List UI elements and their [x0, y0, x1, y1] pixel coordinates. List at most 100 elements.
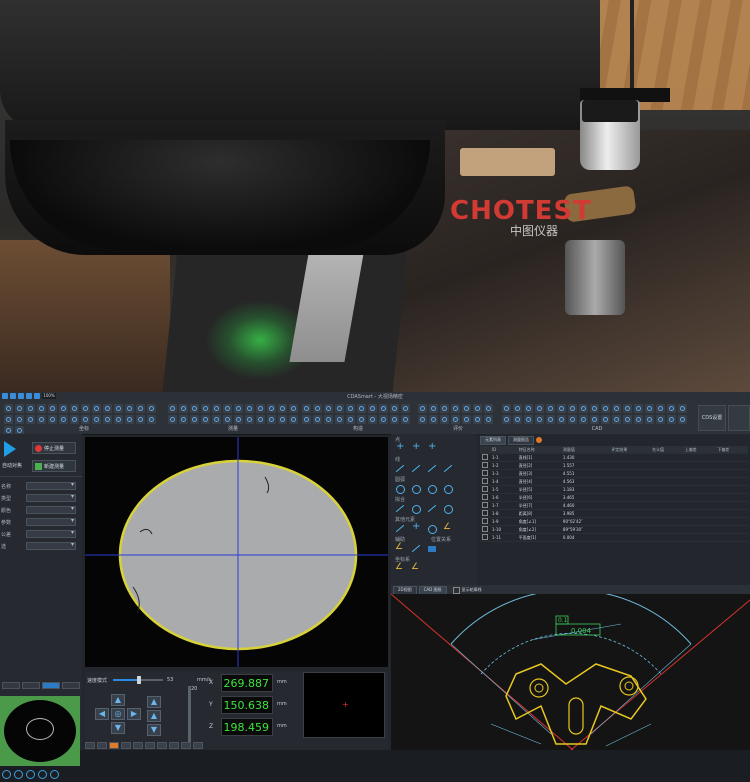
ribbon-tool-icon[interactable] [462, 404, 471, 413]
ribbon-tool-icon[interactable] [667, 404, 676, 413]
status-item[interactable] [133, 742, 143, 749]
row-checkbox-cell[interactable] [480, 525, 490, 534]
left-tab[interactable] [42, 682, 60, 689]
ribbon-tool-icon[interactable] [513, 415, 522, 424]
ribbon-tool-icon[interactable] [26, 404, 35, 413]
ribbon-tool-icon[interactable] [267, 404, 276, 413]
fit-tool-icon[interactable] [443, 504, 453, 514]
ribbon-tool-icon[interactable] [601, 404, 610, 413]
ribbon-tool-icon[interactable] [15, 415, 24, 424]
ribbon-tool-icon[interactable] [368, 404, 377, 413]
distance-tool-icon[interactable] [411, 544, 421, 554]
ribbon-tool-icon[interactable] [190, 415, 199, 424]
autofocus-label[interactable]: 自动对焦 [2, 462, 22, 469]
ribbon-tool-icon[interactable] [4, 415, 13, 424]
ribbon-tool-icon[interactable] [601, 415, 610, 424]
ribbon-tool-icon[interactable] [429, 415, 438, 424]
speed-slider[interactable] [113, 676, 163, 684]
ribbon-tool-icon[interactable] [645, 404, 654, 413]
ribbon-tool-icon[interactable] [324, 404, 333, 413]
ribbon-tool-icon[interactable] [190, 404, 199, 413]
ribbon-tool-icon[interactable] [524, 415, 533, 424]
ribbon-tool-icon[interactable] [568, 404, 577, 413]
row-checkbox-cell[interactable] [480, 453, 490, 462]
ribbon-tool-icon[interactable] [245, 404, 254, 413]
row-checkbox-cell[interactable] [480, 485, 490, 494]
ribbon-tool-icon[interactable] [546, 415, 555, 424]
table-row[interactable]: 1-5 半径[5] 1.183 [480, 485, 748, 494]
construct-tool-icon[interactable] [427, 524, 437, 534]
ribbon-tool-icon[interactable] [136, 404, 145, 413]
cds-settings-button[interactable]: CDS设置 [698, 405, 726, 431]
point-tool-icon[interactable] [427, 441, 437, 454]
ribbon-tool-icon[interactable] [212, 404, 221, 413]
ribbon-tool-icon[interactable] [656, 404, 665, 413]
fit-tool-icon[interactable] [395, 504, 405, 514]
ribbon-tool-icon[interactable] [513, 404, 522, 413]
ribbon-tool-icon[interactable] [125, 415, 134, 424]
ribbon-tool-icon[interactable] [634, 404, 643, 413]
angle-tool-icon[interactable] [395, 542, 405, 554]
circle-tool-icon[interactable] [395, 484, 405, 494]
tab-report[interactable]: 测量报告 [508, 436, 534, 445]
ribbon-tool-icon[interactable] [557, 404, 566, 413]
ribbon-tool-icon[interactable] [256, 415, 265, 424]
prop-dropdown[interactable] [26, 493, 76, 502]
light-ring-icon[interactable] [2, 770, 11, 779]
line-tool-icon[interactable] [427, 464, 437, 474]
row-checkbox[interactable] [482, 526, 488, 532]
ribbon-tool-icon[interactable] [484, 404, 493, 413]
status-item[interactable] [109, 742, 119, 749]
ribbon-tool-icon[interactable] [179, 404, 188, 413]
ribbon-tool-icon[interactable] [484, 415, 493, 424]
show-contour-checkbox[interactable] [452, 587, 460, 594]
ribbon-tool-icon[interactable] [451, 415, 460, 424]
row-checkbox[interactable] [482, 454, 488, 460]
left-tab[interactable] [22, 682, 40, 689]
jog-left-button[interactable]: ◀ [95, 708, 109, 720]
arc-tool-icon[interactable] [411, 484, 421, 494]
status-item[interactable] [181, 742, 191, 749]
ribbon-tool-icon[interactable] [302, 404, 311, 413]
ribbon-tool-icon[interactable] [289, 415, 298, 424]
ribbon-tool-icon[interactable] [201, 404, 210, 413]
ribbon-tool-icon[interactable] [70, 415, 79, 424]
ribbon-tool-icon[interactable] [81, 415, 90, 424]
ribbon-tool-icon[interactable] [357, 415, 366, 424]
ribbon-tool-icon[interactable] [502, 404, 511, 413]
tab-element-list[interactable]: 元素列表 [480, 436, 506, 445]
ribbon-tool-icon[interactable] [92, 404, 101, 413]
status-item[interactable] [97, 742, 107, 749]
ribbon-tool-icon[interactable] [379, 404, 388, 413]
run-button[interactable] [2, 440, 24, 458]
ribbon-tool-icon[interactable] [48, 415, 57, 424]
ribbon-tool-icon[interactable] [48, 404, 57, 413]
ribbon-tool-icon[interactable] [256, 404, 265, 413]
ribbon-tool-icon[interactable] [667, 415, 676, 424]
construct-tool-icon[interactable] [443, 522, 453, 534]
prop-dropdown[interactable] [26, 481, 76, 490]
prop-dropdown[interactable] [26, 541, 76, 550]
light-ring-icon[interactable] [38, 770, 47, 779]
row-checkbox[interactable] [482, 470, 488, 476]
jog-home-button[interactable]: ◎ [111, 708, 125, 720]
point-tool-icon[interactable] [411, 441, 421, 454]
table-row[interactable]: 1-6 半径[6] 3.465 [480, 493, 748, 502]
row-checkbox[interactable] [482, 502, 488, 508]
extra-settings-button[interactable] [728, 405, 750, 431]
ribbon-tool-icon[interactable] [390, 415, 399, 424]
z-speed-bar[interactable] [188, 686, 191, 742]
stop-measure-button[interactable]: 停止测量 [32, 442, 76, 454]
jog-right-button[interactable]: ▶ [127, 708, 141, 720]
ribbon-tool-icon[interactable] [147, 404, 156, 413]
left-tab[interactable] [2, 682, 20, 689]
cad-viewport[interactable]: 0.1 0.004 [390, 589, 750, 751]
ribbon-tool-icon[interactable] [179, 415, 188, 424]
ribbon-tool-icon[interactable] [429, 404, 438, 413]
secondary-camera-view[interactable]: + [303, 672, 385, 738]
row-checkbox[interactable] [482, 494, 488, 500]
row-checkbox[interactable] [482, 510, 488, 516]
ribbon-tool-icon[interactable] [267, 415, 276, 424]
status-item[interactable] [157, 742, 167, 749]
row-checkbox[interactable] [482, 486, 488, 492]
